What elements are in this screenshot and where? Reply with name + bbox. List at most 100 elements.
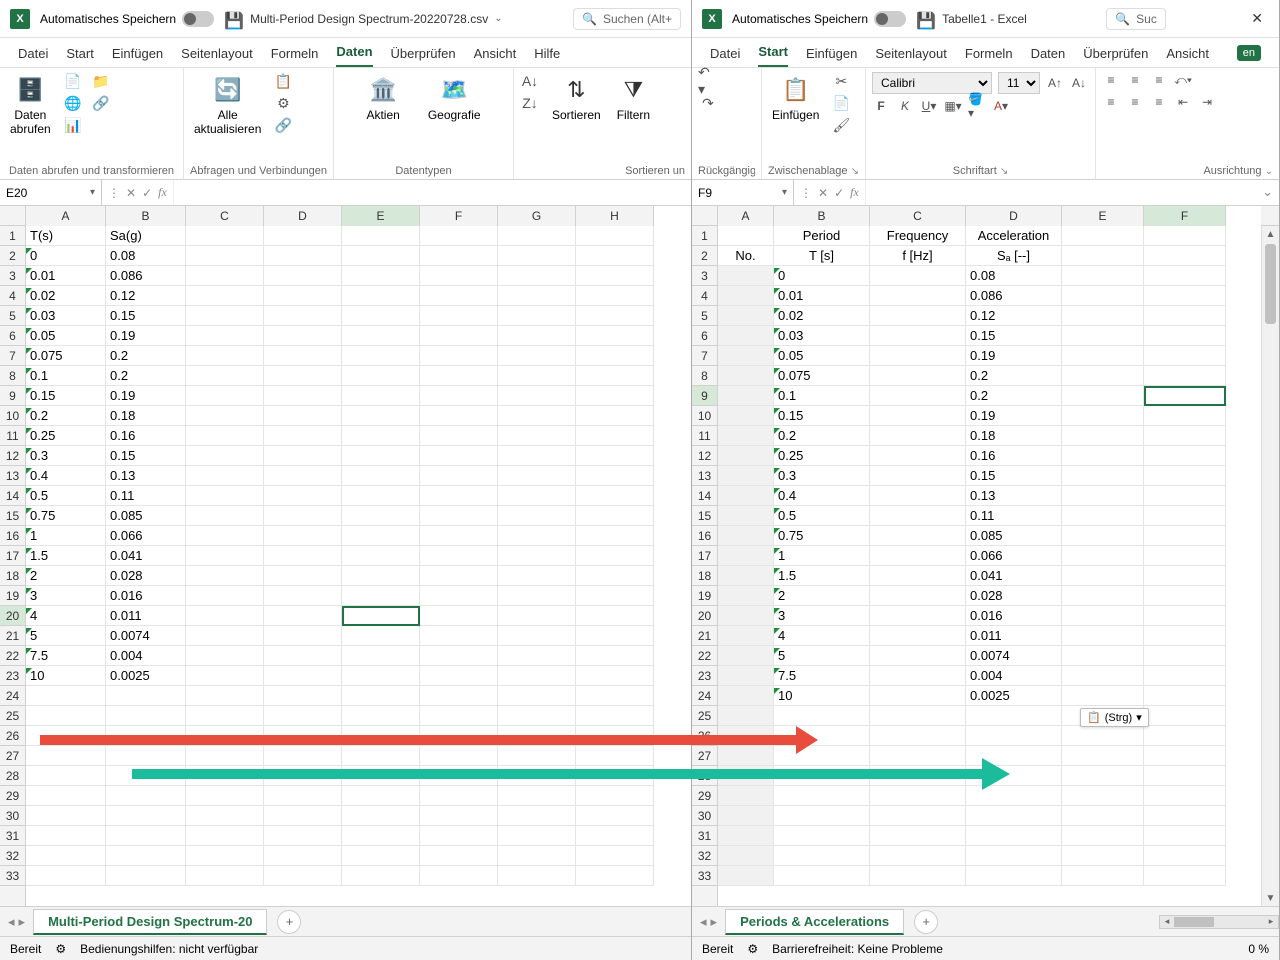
cell[interactable]: 0.11 (106, 486, 186, 506)
row-header[interactable]: 11 (0, 426, 25, 446)
cell[interactable] (420, 446, 498, 466)
cell[interactable] (264, 306, 342, 326)
dialog-launcher-icon[interactable]: ↘ (851, 166, 859, 177)
cell[interactable] (186, 826, 264, 846)
cell[interactable] (106, 826, 186, 846)
cell[interactable]: 0.3 (26, 446, 106, 466)
cell[interactable]: Frequency (870, 226, 966, 246)
cell[interactable] (498, 446, 576, 466)
get-data-button[interactable]: 🗄️ Daten abrufen (6, 72, 55, 138)
cell[interactable] (576, 666, 654, 686)
cell[interactable] (1144, 706, 1226, 726)
cell[interactable]: 0.016 (106, 586, 186, 606)
align-middle-icon[interactable]: ≡ (1126, 72, 1144, 88)
fx-icon[interactable]: fx (850, 185, 859, 200)
cell[interactable]: 0.19 (966, 406, 1062, 426)
row-header[interactable]: 9 (0, 386, 25, 406)
cell[interactable] (718, 606, 774, 626)
cell[interactable] (498, 386, 576, 406)
cell[interactable]: 0.004 (106, 646, 186, 666)
cell[interactable] (870, 686, 966, 706)
chevron-down-icon[interactable]: ▾ (782, 187, 787, 198)
cell[interactable] (1144, 746, 1226, 766)
cell[interactable] (342, 486, 420, 506)
cell[interactable] (718, 626, 774, 646)
col-header-B[interactable]: B (774, 206, 870, 226)
cell[interactable] (718, 466, 774, 486)
cell[interactable]: 0.75 (774, 526, 870, 546)
cell[interactable] (342, 266, 420, 286)
cell[interactable] (870, 706, 966, 726)
cell[interactable] (264, 526, 342, 546)
decrease-indent-icon[interactable]: ⇤ (1174, 94, 1192, 110)
cell[interactable] (264, 406, 342, 426)
cell[interactable] (870, 366, 966, 386)
cell[interactable] (264, 286, 342, 306)
cell[interactable] (1062, 486, 1144, 506)
cell[interactable]: 0.086 (106, 266, 186, 286)
cell[interactable] (420, 706, 498, 726)
cell[interactable] (576, 606, 654, 626)
cell[interactable]: 0.0074 (966, 646, 1062, 666)
cell[interactable] (576, 646, 654, 666)
cell[interactable] (718, 286, 774, 306)
cell[interactable] (1144, 766, 1226, 786)
cell[interactable] (576, 506, 654, 526)
cell[interactable] (342, 566, 420, 586)
cell[interactable] (420, 826, 498, 846)
cell[interactable] (870, 666, 966, 686)
cells-area[interactable]: 📋 (Strg) ▾ PeriodFrequencyAccelerationNo… (718, 226, 1261, 906)
row-header[interactable]: 13 (692, 466, 717, 486)
cell[interactable] (576, 446, 654, 466)
row-header[interactable]: 23 (0, 666, 25, 686)
cell[interactable] (718, 666, 774, 686)
cell[interactable]: 0.03 (774, 326, 870, 346)
cell[interactable] (342, 386, 420, 406)
undo-icon[interactable]: ↶ ▾ (698, 72, 718, 90)
cell[interactable] (342, 446, 420, 466)
cell[interactable] (1144, 286, 1226, 306)
scroll-up-icon[interactable]: ▲ (1262, 226, 1279, 242)
cell[interactable] (186, 366, 264, 386)
tab-ansicht[interactable]: Ansicht (474, 42, 517, 67)
cell[interactable] (870, 726, 966, 746)
cell[interactable]: 5 (26, 626, 106, 646)
cell[interactable] (1144, 226, 1226, 246)
cell[interactable] (966, 826, 1062, 846)
cell[interactable] (870, 446, 966, 466)
cell[interactable] (1062, 526, 1144, 546)
cell[interactable] (870, 806, 966, 826)
from-table-icon[interactable]: 📊 (63, 116, 83, 134)
cell[interactable] (1062, 326, 1144, 346)
cell[interactable] (420, 286, 498, 306)
scroll-down-icon[interactable]: ▼ (1262, 890, 1279, 906)
cell[interactable]: 0.15 (106, 446, 186, 466)
chevron-down-icon[interactable]: ▾ (1136, 711, 1142, 724)
cell[interactable] (420, 666, 498, 686)
cell[interactable]: 0.12 (106, 286, 186, 306)
cell[interactable]: 2 (26, 566, 106, 586)
cell[interactable]: 7.5 (26, 646, 106, 666)
row-header[interactable]: 33 (692, 866, 717, 886)
geography-button[interactable]: 🗺️ Geografie (424, 72, 485, 124)
row-header[interactable]: 4 (0, 286, 25, 306)
cell[interactable]: 0.01 (774, 286, 870, 306)
stocks-button[interactable]: 🏛️ Aktien (362, 72, 403, 124)
cell[interactable] (498, 526, 576, 546)
cell[interactable] (420, 866, 498, 886)
cell[interactable] (498, 406, 576, 426)
cell[interactable]: 0.13 (966, 486, 1062, 506)
cell[interactable]: 0.16 (966, 446, 1062, 466)
cell[interactable] (870, 386, 966, 406)
cell[interactable] (576, 246, 654, 266)
cell[interactable] (718, 686, 774, 706)
cell[interactable] (342, 286, 420, 306)
cell[interactable]: 0.15 (26, 386, 106, 406)
cell[interactable] (342, 866, 420, 886)
cell[interactable] (342, 246, 420, 266)
row-header[interactable]: 10 (692, 406, 717, 426)
dialog-launcher-icon[interactable]: ↘ (1000, 166, 1008, 177)
tab-einfügen[interactable]: Einfügen (112, 42, 163, 67)
zoom-level[interactable]: 0 % (1248, 942, 1269, 956)
row-header[interactable]: 2 (692, 246, 717, 266)
